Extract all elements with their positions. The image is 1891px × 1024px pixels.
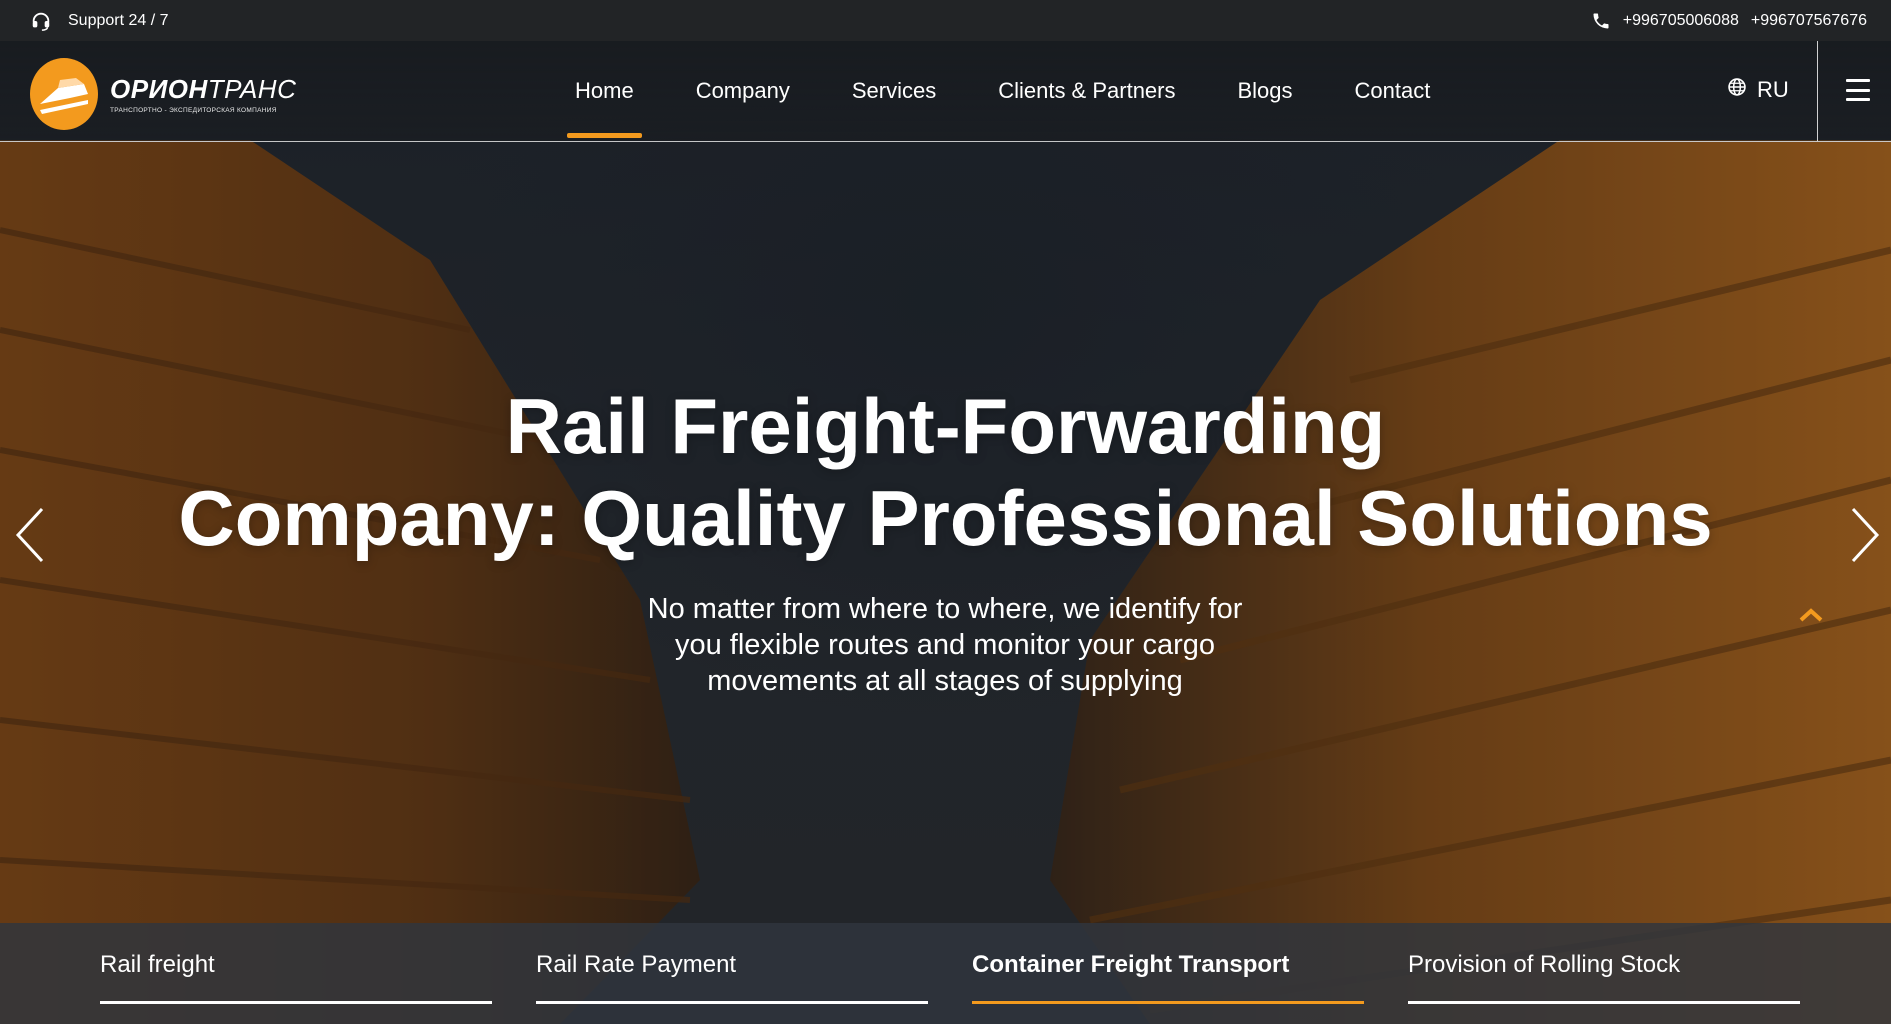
phone-link-1[interactable]: +996705006088: [1623, 12, 1739, 30]
support-label: Support 24 / 7: [68, 11, 169, 29]
language-switcher[interactable]: RU: [1727, 77, 1789, 103]
hero-subtitle-line-3: movements at all stages of supplying: [707, 665, 1183, 697]
nav-blogs[interactable]: Blogs: [1207, 41, 1324, 141]
logo-name-thin: ТРАНС: [207, 74, 297, 104]
main-header: ОРИОНТРАНС ТРАНСПОРТНО - ЭКСПЕДИТОРСКАЯ …: [0, 41, 1891, 142]
logo-mark-icon: [30, 58, 98, 130]
chevron-right-icon[interactable]: [1849, 505, 1881, 570]
tab-provision-of-rolling-stock[interactable]: Provision of Rolling Stock: [1408, 923, 1800, 1024]
tab-label: Rail Rate Payment: [536, 951, 737, 978]
tab-label: Provision of Rolling Stock: [1408, 951, 1681, 978]
tab-underline: [972, 1001, 1364, 1004]
chevron-up-icon[interactable]: [1798, 607, 1824, 628]
tab-underline: [1408, 1001, 1800, 1004]
page: Support 24 / 7 +996705006088 +9967075676…: [0, 0, 1891, 1024]
hero-subtitle: No matter from where to where, we identi…: [600, 591, 1290, 699]
tab-rail-rate-payment[interactable]: Rail Rate Payment: [536, 923, 928, 1024]
support-group: Support 24 / 7: [30, 10, 169, 32]
tab-underline: [536, 1001, 928, 1004]
chevron-left-icon[interactable]: [14, 505, 46, 570]
logo[interactable]: ОРИОНТРАНС ТРАНСПОРТНО - ЭКСПЕДИТОРСКАЯ …: [30, 58, 296, 130]
nav-services[interactable]: Services: [821, 41, 967, 141]
phone-icon: [1591, 11, 1611, 31]
nav-company[interactable]: Company: [665, 41, 821, 141]
logo-tagline: ТРАНСПОРТНО - ЭКСПЕДИТОРСКАЯ КОМПАНИЯ: [110, 107, 277, 114]
nav-home[interactable]: Home: [544, 41, 665, 141]
hero-title-line-2: Company: Quality Professional Solutions: [178, 474, 1713, 562]
nav-clients-partners[interactable]: Clients & Partners: [967, 41, 1206, 141]
header-divider: [1817, 41, 1818, 141]
main-nav: Home Company Services Clients & Partners…: [544, 41, 1461, 141]
service-tabs: Rail freight Rail Rate Payment Container…: [0, 923, 1891, 1024]
hero-title: Rail Freight-Forwarding Company: Quality…: [100, 380, 1791, 564]
tab-label: Container Freight Transport: [972, 951, 1290, 978]
logo-name-bold: ОРИОН: [110, 74, 208, 104]
top-bar: Support 24 / 7 +996705006088 +9967075676…: [0, 0, 1891, 41]
logo-name: ОРИОНТРАНС: [110, 74, 296, 105]
tab-container-freight-transport[interactable]: Container Freight Transport: [972, 923, 1364, 1024]
hero-subtitle-line-2: you flexible routes and monitor your car…: [674, 629, 1215, 661]
hamburger-menu-icon[interactable]: [1846, 79, 1870, 101]
logo-text: ОРИОНТРАНС ТРАНСПОРТНО - ЭКСПЕДИТОРСКАЯ …: [110, 74, 296, 114]
language-label: RU: [1757, 77, 1789, 102]
hero-subtitle-line-1: No matter from where to where, we identi…: [647, 593, 1243, 625]
nav-contact[interactable]: Contact: [1324, 41, 1462, 141]
hero-title-line-1: Rail Freight-Forwarding: [505, 382, 1386, 470]
phone-link-2[interactable]: +996707567676: [1751, 12, 1867, 30]
tab-underline: [100, 1001, 492, 1004]
globe-icon: [1727, 77, 1747, 103]
headset-icon: [30, 10, 52, 32]
tab-rail-freight[interactable]: Rail freight: [100, 923, 492, 1024]
phone-group: +996705006088 +996707567676: [1591, 11, 1867, 31]
tab-label: Rail freight: [100, 951, 215, 978]
